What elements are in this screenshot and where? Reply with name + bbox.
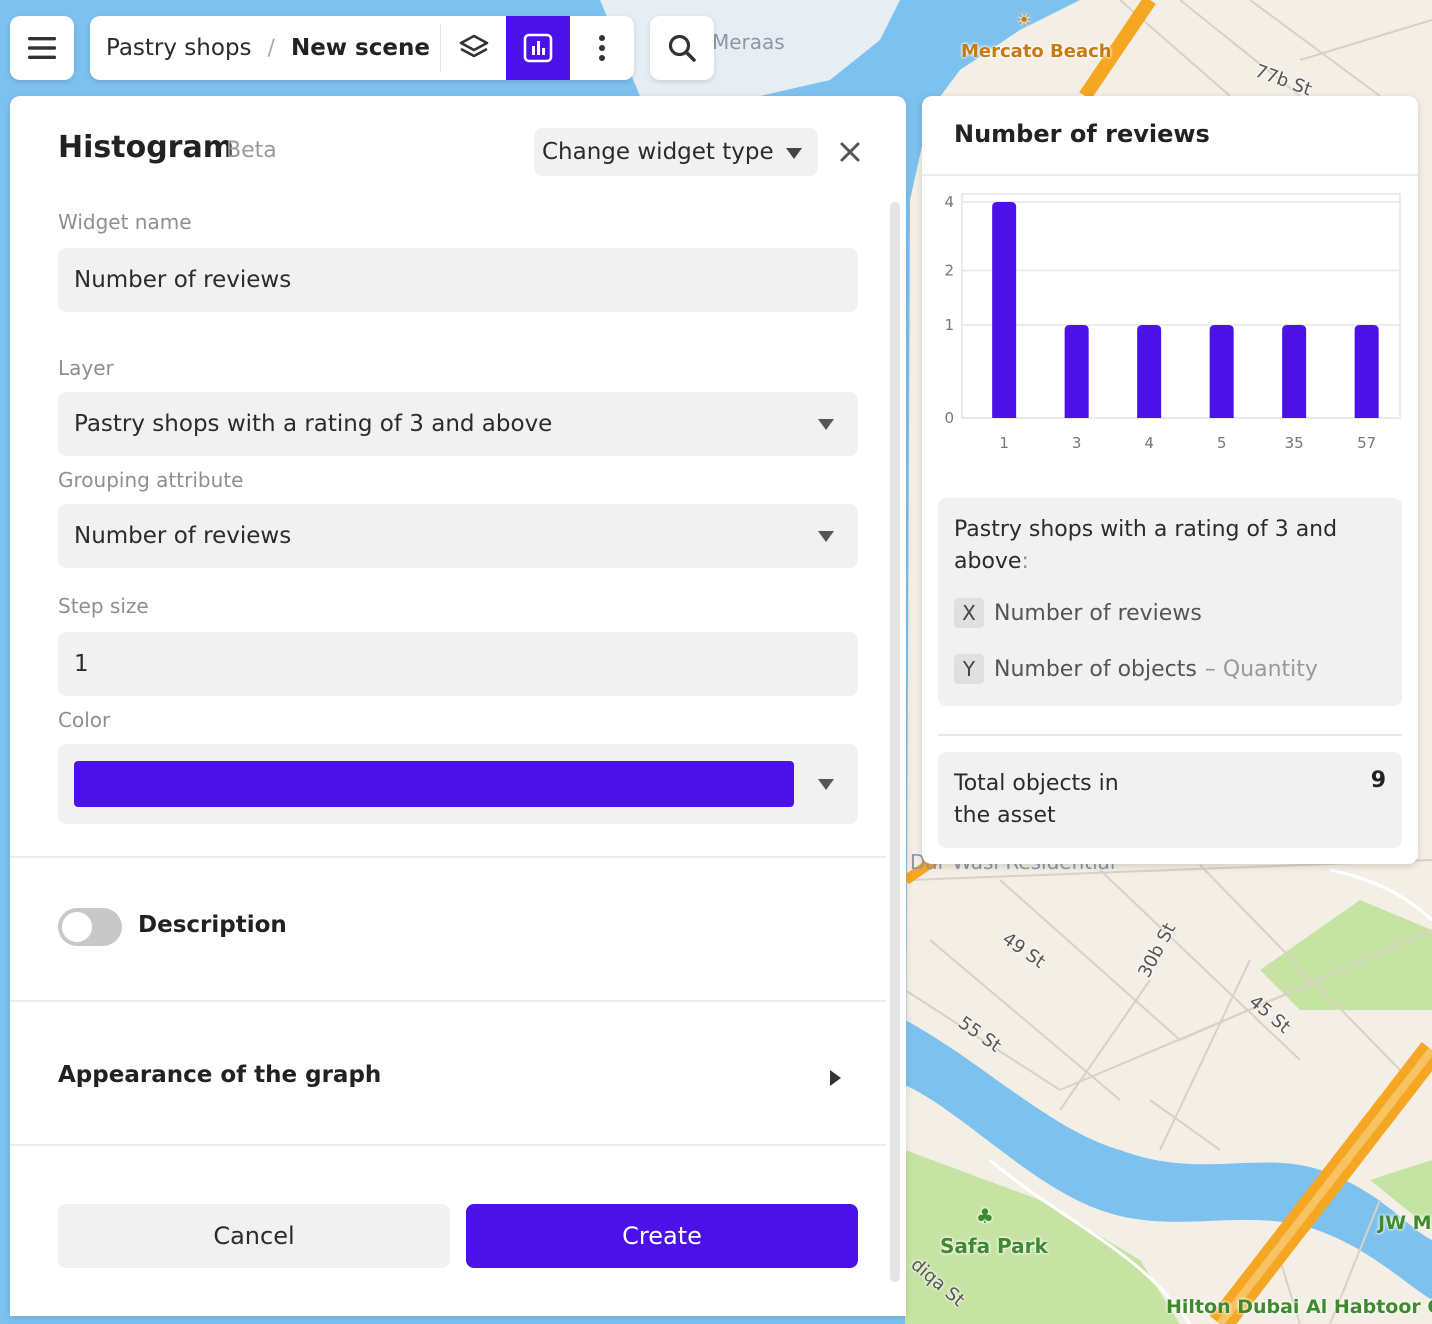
y-axis-badge: Y <box>954 654 984 684</box>
map-label-safa-park[interactable]: Safa Park <box>940 1234 1048 1258</box>
y-axis-legend: Y Number of objects – Quantity <box>954 654 1318 684</box>
histogram-bar[interactable] <box>1354 324 1379 418</box>
appearance-section-toggle[interactable]: Appearance of the graph <box>10 1002 886 1144</box>
search-button[interactable] <box>650 16 714 80</box>
step-size-value: 1 <box>74 651 89 677</box>
appearance-label: Appearance of the graph <box>58 1062 382 1088</box>
total-objects-label: Total objects in the asset <box>954 771 1119 828</box>
layers-button[interactable] <box>442 16 506 80</box>
section-divider <box>10 856 886 858</box>
caret-down-icon <box>818 779 834 790</box>
breadcrumb-project[interactable]: Pastry shops <box>106 35 252 61</box>
park-icon[interactable]: ♣ <box>976 1204 994 1228</box>
y-tick-label: 0 <box>944 409 954 427</box>
layer-select[interactable]: Pastry shops with a rating of 3 and abov… <box>58 392 858 456</box>
widget-name-input[interactable]: Number of reviews <box>58 248 858 312</box>
widget-title: Number of reviews <box>954 120 1210 148</box>
more-options-button[interactable] <box>570 16 634 80</box>
change-widget-type-label: Change widget type <box>542 139 774 165</box>
breadcrumb-scene[interactable]: New scene <box>291 35 430 61</box>
chart-legend: Pastry shops with a rating of 3 and abov… <box>938 498 1402 706</box>
grouping-attribute-select[interactable]: Number of reviews <box>58 504 858 568</box>
color-picker[interactable] <box>58 744 858 824</box>
widget-name-value: Number of reviews <box>74 267 292 293</box>
map-label-mercato-beach[interactable]: Mercato Beach <box>961 41 1112 62</box>
color-swatch[interactable] <box>74 761 794 807</box>
grouping-attribute-value: Number of reviews <box>74 523 292 549</box>
map-label-jw[interactable]: JW Ma <box>1378 1212 1432 1234</box>
layers-icon <box>459 34 489 58</box>
histogram-bar[interactable] <box>1064 324 1089 418</box>
x-tick-label: 57 <box>1357 434 1376 452</box>
change-widget-type-dropdown[interactable]: Change widget type <box>534 128 818 176</box>
vertical-dots-icon <box>599 35 605 61</box>
chart-icon <box>523 33 553 63</box>
widget-name-label: Widget name <box>58 210 192 234</box>
histogram-widget: Number of reviews 0 1 2 4 1 3 4 5 35 57 Pastry sh… <box>922 96 1418 864</box>
caret-down-icon <box>786 148 802 159</box>
x-axis-legend: X Number of reviews <box>954 598 1202 628</box>
toolbar-divider <box>440 24 441 72</box>
map-label-area: Meraas <box>712 30 785 54</box>
y-tick-label: 2 <box>944 262 954 280</box>
y-tick-label: 1 <box>944 316 954 334</box>
legend-layer-text: Pastry shops with a rating of 3 and abov… <box>954 517 1338 574</box>
layer-select-value: Pastry shops with a rating of 3 and abov… <box>74 411 553 437</box>
layer-label: Layer <box>58 356 114 380</box>
legend-colon: : <box>1021 549 1029 574</box>
close-button[interactable] <box>834 136 866 168</box>
breadcrumb-separator: / <box>267 35 275 61</box>
histogram-bar[interactable] <box>1209 324 1234 418</box>
total-objects-value: 9 <box>1370 768 1386 793</box>
histogram-chart[interactable]: 0 1 2 4 1 3 4 5 35 57 <box>922 176 1418 476</box>
widget-divider <box>938 734 1402 736</box>
cancel-button[interactable]: Cancel <box>58 1204 450 1268</box>
description-label: Description <box>138 912 287 938</box>
step-size-input[interactable]: 1 <box>58 632 858 696</box>
histogram-bar[interactable] <box>992 202 1017 418</box>
y-axis-aggregation: – Quantity <box>1204 656 1318 682</box>
total-objects: Total objects in the asset 9 <box>938 752 1402 848</box>
x-tick-label: 4 <box>1144 434 1154 452</box>
histogram-bar[interactable] <box>1137 324 1162 418</box>
scrollbar[interactable] <box>890 202 900 1282</box>
chart-frame <box>961 193 1401 419</box>
y-tick-label: 4 <box>944 193 954 211</box>
create-button[interactable]: Create <box>466 1204 858 1268</box>
x-tick-label: 5 <box>1217 434 1227 452</box>
hamburger-icon <box>28 37 56 59</box>
y-axis-label: Number of objects <box>994 656 1197 682</box>
close-icon <box>840 142 860 162</box>
caret-down-icon <box>818 531 834 542</box>
histogram-bar[interactable] <box>1282 324 1307 418</box>
caret-right-icon <box>830 1070 841 1086</box>
section-divider <box>10 1144 886 1146</box>
search-icon <box>668 34 696 62</box>
grouping-attribute-label: Grouping attribute <box>58 468 244 492</box>
legend-layer-name: Pastry shops with a rating of 3 and abov… <box>954 514 1374 578</box>
description-toggle[interactable] <box>58 908 122 946</box>
step-size-label: Step size <box>58 594 149 618</box>
x-tick-label: 1 <box>999 434 1009 452</box>
widget-editor-panel: Histogram Beta Change widget type Widget… <box>10 96 906 1316</box>
x-axis-label: Number of reviews <box>994 600 1202 626</box>
color-label: Color <box>58 708 111 732</box>
caret-down-icon <box>818 419 834 430</box>
x-tick-label: 35 <box>1285 434 1304 452</box>
map-label-hilton[interactable]: Hilton Dubai Al Habtoor City <box>1166 1296 1432 1318</box>
toggle-knob <box>62 912 92 942</box>
panel-title: Histogram <box>58 130 234 165</box>
x-tick-label: 3 <box>1072 434 1082 452</box>
breadcrumb: Pastry shops / New scene <box>90 16 634 80</box>
x-axis-badge: X <box>954 598 984 628</box>
beta-badge: Beta <box>226 138 277 163</box>
beach-icon[interactable]: ☀ <box>1016 10 1032 31</box>
widgets-button[interactable] <box>506 16 570 80</box>
menu-button[interactable] <box>10 16 74 80</box>
